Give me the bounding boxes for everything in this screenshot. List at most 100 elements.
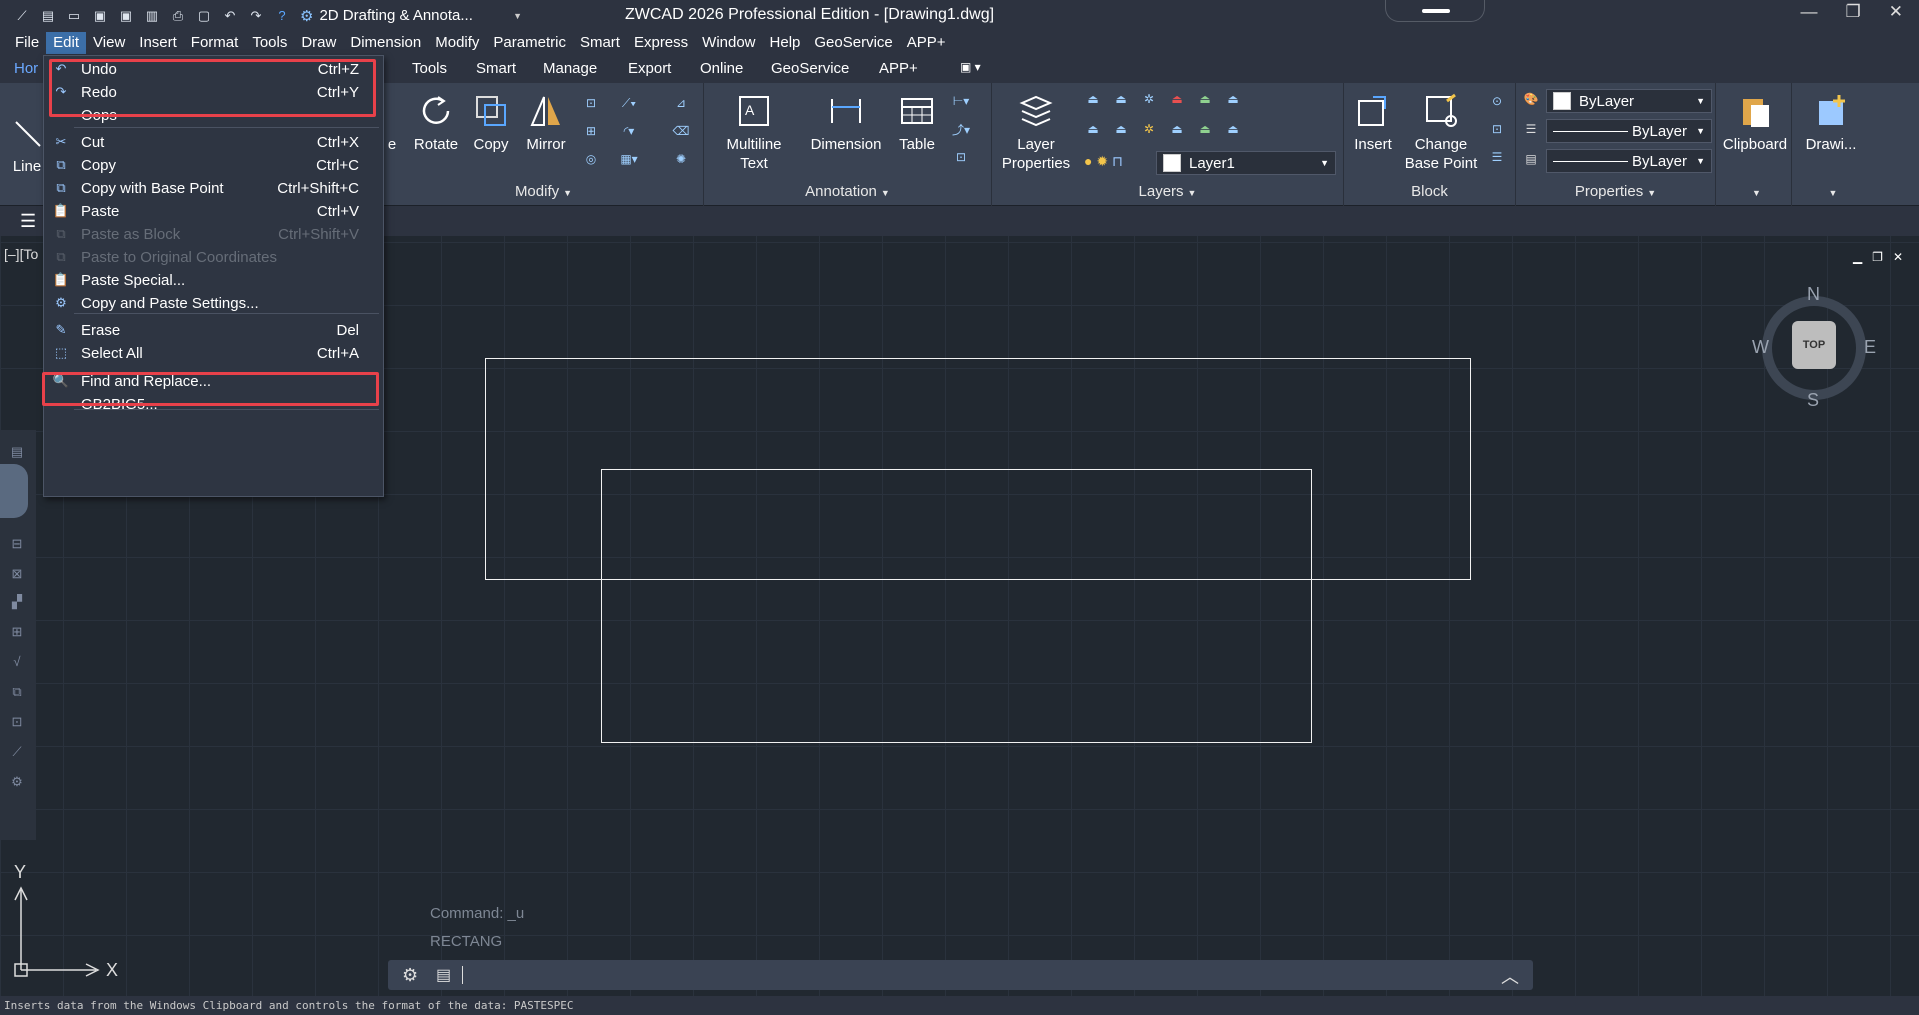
menu-item-select-all[interactable]: ⬚ Select All Ctrl+A [44, 341, 383, 367]
menu-view[interactable]: View [86, 32, 132, 54]
compass-south[interactable]: S [1807, 390, 1819, 411]
properties-title[interactable]: Properties ▼ [1516, 183, 1715, 200]
tab-geoservice[interactable]: GeoService [771, 60, 849, 77]
save-as-icon[interactable]: ▣ [116, 7, 136, 25]
scale-icon[interactable]: ⊞ [580, 121, 602, 141]
help-icon[interactable]: ? [272, 7, 292, 25]
compass-north[interactable]: N [1807, 284, 1820, 305]
close-button[interactable]: ✕ [1889, 2, 1903, 22]
dimension-button[interactable]: Dimension [804, 91, 888, 154]
viewport-restore-button[interactable]: ❐ [1872, 250, 1883, 264]
erase-ribbon-icon[interactable]: ⌫ [670, 121, 692, 141]
layer-tool-2-icon[interactable]: ⏏ [1110, 89, 1132, 109]
rectangle-2[interactable] [601, 469, 1312, 743]
minimize-button[interactable]: — [1801, 2, 1818, 22]
layer-tool-1-icon[interactable]: ⏏ [1082, 89, 1104, 109]
left-toolbar-handle[interactable] [0, 464, 28, 518]
plot-preview-icon[interactable]: ▢ [194, 7, 214, 25]
line-button[interactable]: Line [12, 113, 42, 176]
menu-dimension[interactable]: Dimension [343, 32, 428, 54]
table-button[interactable]: Table [892, 91, 942, 154]
offset-icon[interactable]: ◎ [580, 149, 602, 169]
layer-tool-6-icon[interactable]: ⏏ [1222, 89, 1244, 109]
left-tool-3-icon[interactable]: ⊠ [6, 566, 28, 586]
linetype-dropdown[interactable]: ByLayer ▼ [1546, 119, 1712, 143]
copy-ribbon-button[interactable]: Copy [466, 91, 516, 154]
app-logo-icon[interactable]: ⟋ [12, 7, 32, 25]
left-tool-6-icon[interactable]: √ [6, 654, 28, 674]
array-icon[interactable]: ▦▾ [618, 149, 640, 169]
annotation-title[interactable]: Annotation ▼ [704, 183, 991, 200]
layer-tool-12-icon[interactable]: ⏏ [1222, 119, 1244, 139]
linear-dim-icon[interactable]: ⊢▾ [950, 91, 972, 111]
clipboard-button[interactable]: Clipboard [1718, 91, 1792, 154]
left-tool-4-icon[interactable]: ▞ [6, 594, 28, 614]
menu-window[interactable]: Window [695, 32, 762, 54]
rotate-button[interactable]: Rotate [406, 91, 466, 154]
left-tool-2-icon[interactable]: ⊟ [6, 536, 28, 556]
command-line[interactable]: ⚙ ▤ ︿ [388, 960, 1533, 990]
viewport-minimize-button[interactable]: ▁ [1853, 250, 1862, 264]
color-dropdown[interactable]: ByLayer ▼ [1546, 89, 1712, 113]
multiline-text-button[interactable]: A Multiline Text [714, 91, 794, 173]
block-list-icon[interactable]: ☰ [1486, 147, 1508, 167]
layer-properties-button[interactable]: Layer Properties [996, 91, 1076, 173]
layer-dropdown[interactable]: Layer1 ▼ [1156, 151, 1336, 175]
menu-format[interactable]: Format [184, 32, 246, 54]
layer-tool-3-icon[interactable]: ✲ [1138, 89, 1160, 109]
viewcube[interactable]: TOP N S E W [1752, 284, 1876, 411]
layer-tool-4-icon[interactable]: ⏏ [1166, 89, 1188, 109]
block-title[interactable]: Block [1344, 183, 1515, 200]
layer-tool-10-icon[interactable]: ⏏ [1166, 119, 1188, 139]
left-tool-settings-icon[interactable]: ⚙ [6, 774, 28, 794]
menu-app-[interactable]: APP+ [900, 32, 953, 54]
menu-help[interactable]: Help [763, 32, 808, 54]
block-editor-icon[interactable]: ⊙ [1486, 91, 1508, 111]
tab-export[interactable]: Export [628, 60, 671, 77]
tab-home[interactable]: Hor [14, 60, 38, 77]
viewport-label[interactable]: [–][To [4, 246, 38, 262]
tab-app-plus[interactable]: APP+ [879, 60, 918, 77]
title-pill[interactable] [1385, 0, 1485, 22]
viewcube-top-face[interactable]: TOP [1792, 321, 1836, 369]
lineweight-icon[interactable]: ▤ [1520, 149, 1542, 169]
left-tool-9-icon[interactable]: ⟋ [6, 744, 28, 764]
layers-title[interactable]: Layers ▼ [992, 183, 1343, 200]
chevron-down-icon[interactable]: ▼ [1794, 183, 1868, 200]
modify-title[interactable]: Modify ▼ [384, 183, 703, 200]
linetype-icon[interactable]: ☰ [1520, 119, 1542, 139]
command-window-icon[interactable]: ▤ [436, 965, 451, 985]
menu-file[interactable]: File [8, 32, 46, 54]
lineweight-dropdown[interactable]: ByLayer ▼ [1546, 149, 1712, 173]
tab-manage[interactable]: Manage [543, 60, 597, 77]
hamburger-menu-icon[interactable]: ☰ [20, 211, 36, 232]
save-icon[interactable]: ▣ [90, 7, 110, 25]
menu-tools[interactable]: Tools [245, 32, 294, 54]
menu-express[interactable]: Express [627, 32, 695, 54]
stretch-icon[interactable]: ⊡ [580, 93, 602, 113]
layer-tool-5-icon[interactable]: ⏏ [1194, 89, 1216, 109]
new-drawing-button[interactable]: Drawi... [1794, 91, 1868, 154]
left-tool-1-icon[interactable]: ▤ [6, 444, 28, 464]
maximize-button[interactable]: ❐ [1846, 2, 1861, 22]
layer-tool-8-icon[interactable]: ⏏ [1110, 119, 1132, 139]
menu-smart[interactable]: Smart [573, 32, 627, 54]
tab-online[interactable]: Online [700, 60, 743, 77]
block-attribute-icon[interactable]: ⊡ [1486, 119, 1508, 139]
leader-icon[interactable]: ⤴▾ [950, 119, 972, 139]
tab-tools[interactable]: Tools [412, 60, 447, 77]
layer-tool-11-icon[interactable]: ⏏ [1194, 119, 1216, 139]
layer-state-icons[interactable]: ● ✹ ⊓ [1084, 153, 1123, 170]
move-button[interactable]: e [384, 91, 400, 154]
workspace-selector[interactable]: ⚙ 2D Drafting & Annota... ▼ [300, 7, 522, 25]
insert-block-button[interactable]: Insert [1348, 91, 1398, 154]
menu-modify[interactable]: Modify [428, 32, 486, 54]
change-base-point-button[interactable]: Change Base Point [1398, 91, 1484, 173]
break-icon[interactable]: ⊿ [670, 93, 692, 113]
open-folder-icon[interactable]: ▭ [64, 7, 84, 25]
explode-icon[interactable]: ✺ [670, 149, 692, 169]
compass-east[interactable]: E [1864, 337, 1876, 358]
markup-icon[interactable]: ⊡ [950, 147, 972, 167]
redo-icon[interactable]: ↷ [246, 7, 266, 25]
menu-geoservice[interactable]: GeoService [807, 32, 899, 54]
